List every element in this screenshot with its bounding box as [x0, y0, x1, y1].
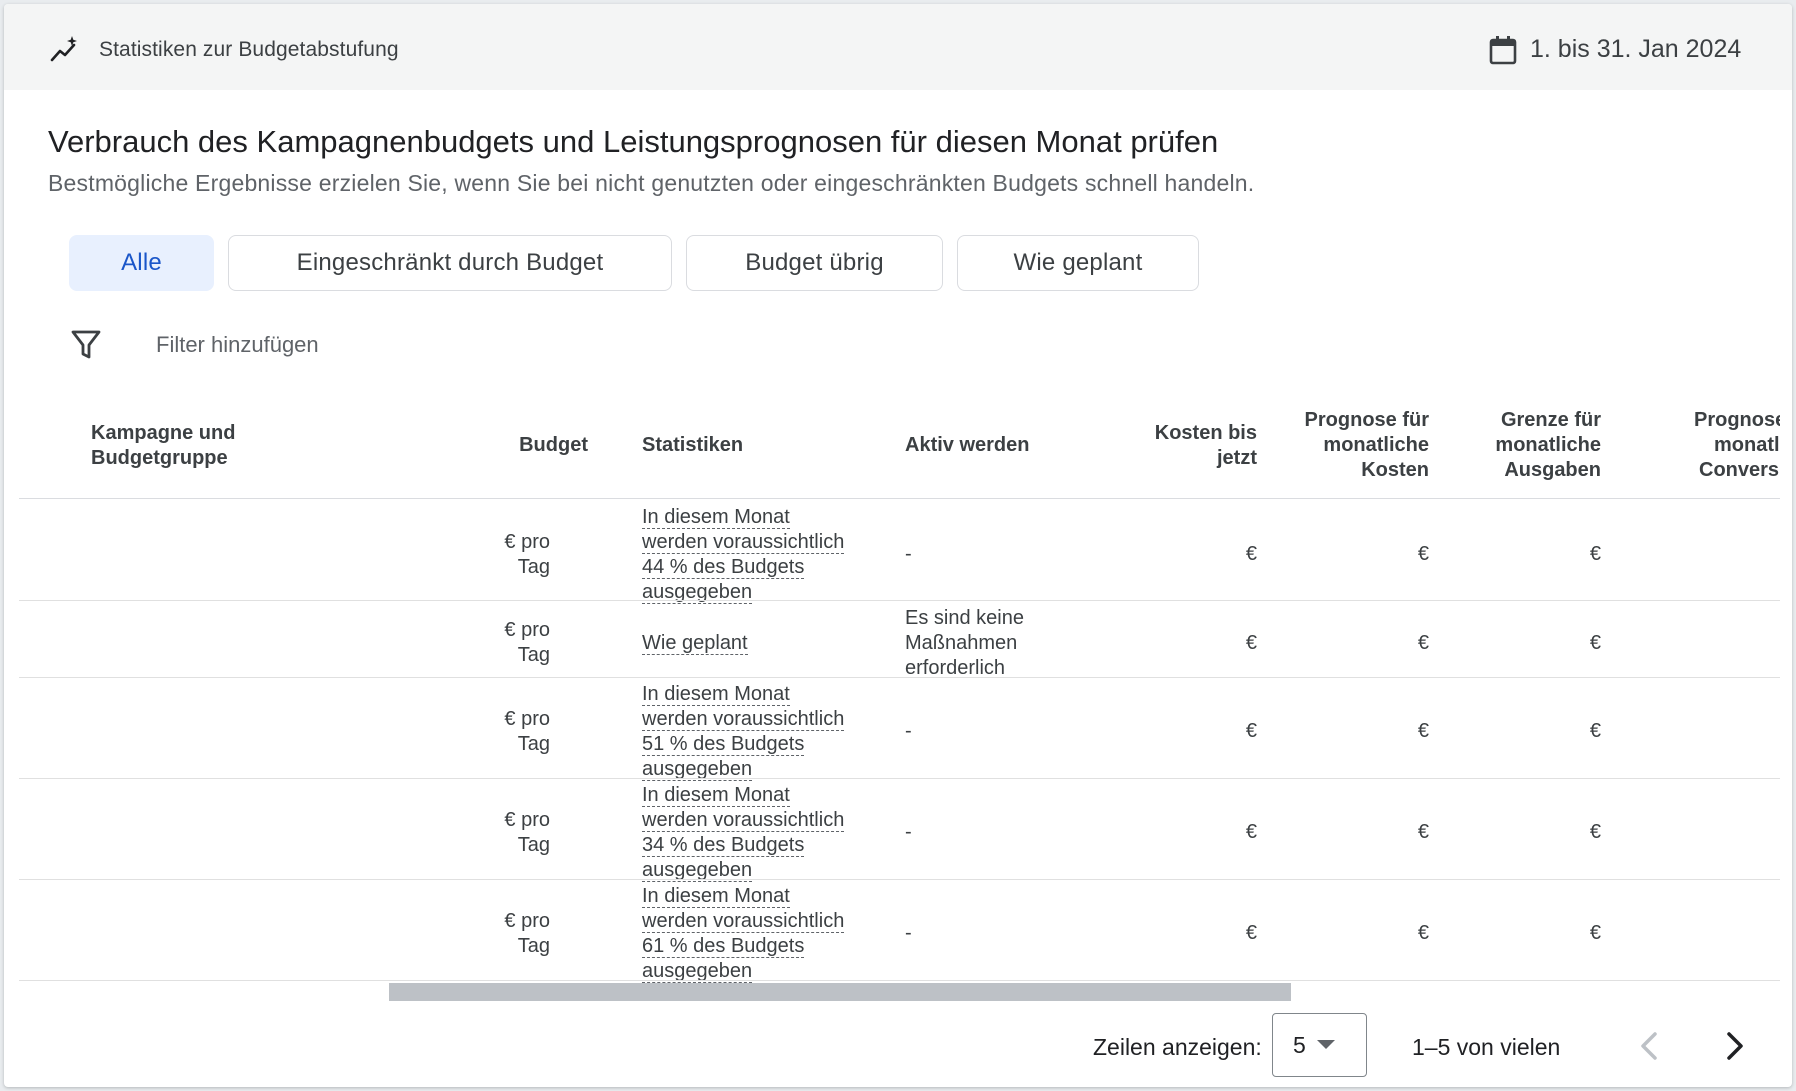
row-spend-limit: € — [1589, 720, 1601, 742]
add-filter-input[interactable]: Filter hinzufügen — [156, 332, 319, 358]
chip-budget-uebrig[interactable]: Budget übrig — [686, 235, 943, 291]
row-budget: € pro Tag — [504, 531, 550, 578]
row-divider — [19, 778, 1780, 779]
row-divider — [19, 980, 1780, 981]
filter-icon[interactable] — [68, 326, 104, 362]
row-action: - — [905, 821, 912, 843]
next-page-icon[interactable] — [1712, 1024, 1756, 1068]
pagination-range: 1–5 von vielen — [1412, 1034, 1561, 1060]
row-forecast-cost: € — [1417, 821, 1429, 843]
budget-pacing-card: Statistiken zur Budgetabstufung 1. bis 3… — [4, 4, 1792, 1087]
row-cost-to-date: € — [1245, 543, 1257, 565]
col-header-forecast-conversions[interactable]: Prognose monatl Convers — [1694, 408, 1780, 483]
row-statistics-link[interactable]: In diesem Monat werden voraussichtlich 5… — [642, 682, 882, 782]
row-cost-to-date: € — [1245, 632, 1257, 654]
rows-per-page-label: Zeilen anzeigen: — [1093, 1034, 1262, 1060]
page-title: Verbrauch des Kampagnenbudgets und Leist… — [48, 124, 1219, 159]
date-range[interactable]: 1. bis 31. Jan 2024 — [1530, 35, 1741, 64]
col-header-forecast-cost[interactable]: Prognose für monatliche Kosten — [1269, 408, 1429, 483]
card-header-title: Statistiken zur Budgetabstufung — [99, 38, 399, 61]
rows-per-page-value: 5 — [1293, 1031, 1306, 1058]
row-statistics-link[interactable]: In diesem Monat werden voraussichtlich 6… — [642, 884, 882, 984]
row-forecast-cost: € — [1417, 543, 1429, 565]
row-cost-to-date: € — [1245, 720, 1257, 742]
row-divider — [19, 879, 1780, 880]
row-divider — [19, 677, 1780, 678]
row-cost-to-date: € — [1245, 821, 1257, 843]
previous-page-icon[interactable] — [1628, 1024, 1672, 1068]
row-spend-limit: € — [1589, 543, 1601, 565]
row-spend-limit: € — [1589, 922, 1601, 944]
row-action: - — [905, 720, 912, 742]
table-header-divider — [19, 498, 1780, 499]
col-header-spend-limit[interactable]: Grenze für monatliche Ausgaben — [1441, 408, 1601, 483]
row-spend-limit: € — [1589, 632, 1601, 654]
dropdown-arrow-icon — [1317, 1040, 1335, 1049]
calendar-icon[interactable] — [1488, 34, 1518, 66]
col-header-action[interactable]: Aktiv werden — [905, 433, 1029, 458]
row-action: - — [905, 922, 912, 944]
card-header: Statistiken zur Budgetabstufung 1. bis 3… — [4, 4, 1792, 90]
row-budget: € pro Tag — [504, 809, 550, 856]
row-statistics-link[interactable]: In diesem Monat werden voraussichtlich 4… — [642, 505, 882, 605]
row-action: - — [905, 543, 912, 565]
row-budget: € pro Tag — [504, 619, 550, 666]
col-header-budget[interactable]: Budget — [474, 433, 588, 458]
chip-alle[interactable]: Alle — [69, 235, 214, 291]
insights-icon — [50, 36, 77, 62]
row-spend-limit: € — [1589, 821, 1601, 843]
chip-eingeschraenkt-durch-budget[interactable]: Eingeschränkt durch Budget — [228, 235, 672, 291]
col-header-statistics[interactable]: Statistiken — [642, 433, 743, 458]
row-statistics-link[interactable]: Wie geplant — [642, 631, 882, 656]
col-header-campaign[interactable]: Kampagne und Budgetgruppe — [91, 421, 235, 471]
page-subtitle: Bestmögliche Ergebnisse erzielen Sie, we… — [48, 170, 1255, 196]
row-statistics-link[interactable]: In diesem Monat werden voraussichtlich 3… — [642, 783, 882, 883]
row-budget: € pro Tag — [504, 910, 550, 957]
row-forecast-cost: € — [1417, 922, 1429, 944]
horizontal-scrollbar[interactable] — [389, 983, 1291, 1001]
row-action: Es sind keine Maßnahmen erforderlich — [905, 607, 1024, 679]
row-cost-to-date: € — [1245, 922, 1257, 944]
row-forecast-cost: € — [1417, 720, 1429, 742]
row-budget: € pro Tag — [504, 708, 550, 755]
chip-wie-geplant[interactable]: Wie geplant — [957, 235, 1199, 291]
row-forecast-cost: € — [1417, 632, 1429, 654]
row-divider — [19, 600, 1780, 601]
col-header-cost-to-date[interactable]: Kosten bis jetzt — [1104, 421, 1257, 471]
